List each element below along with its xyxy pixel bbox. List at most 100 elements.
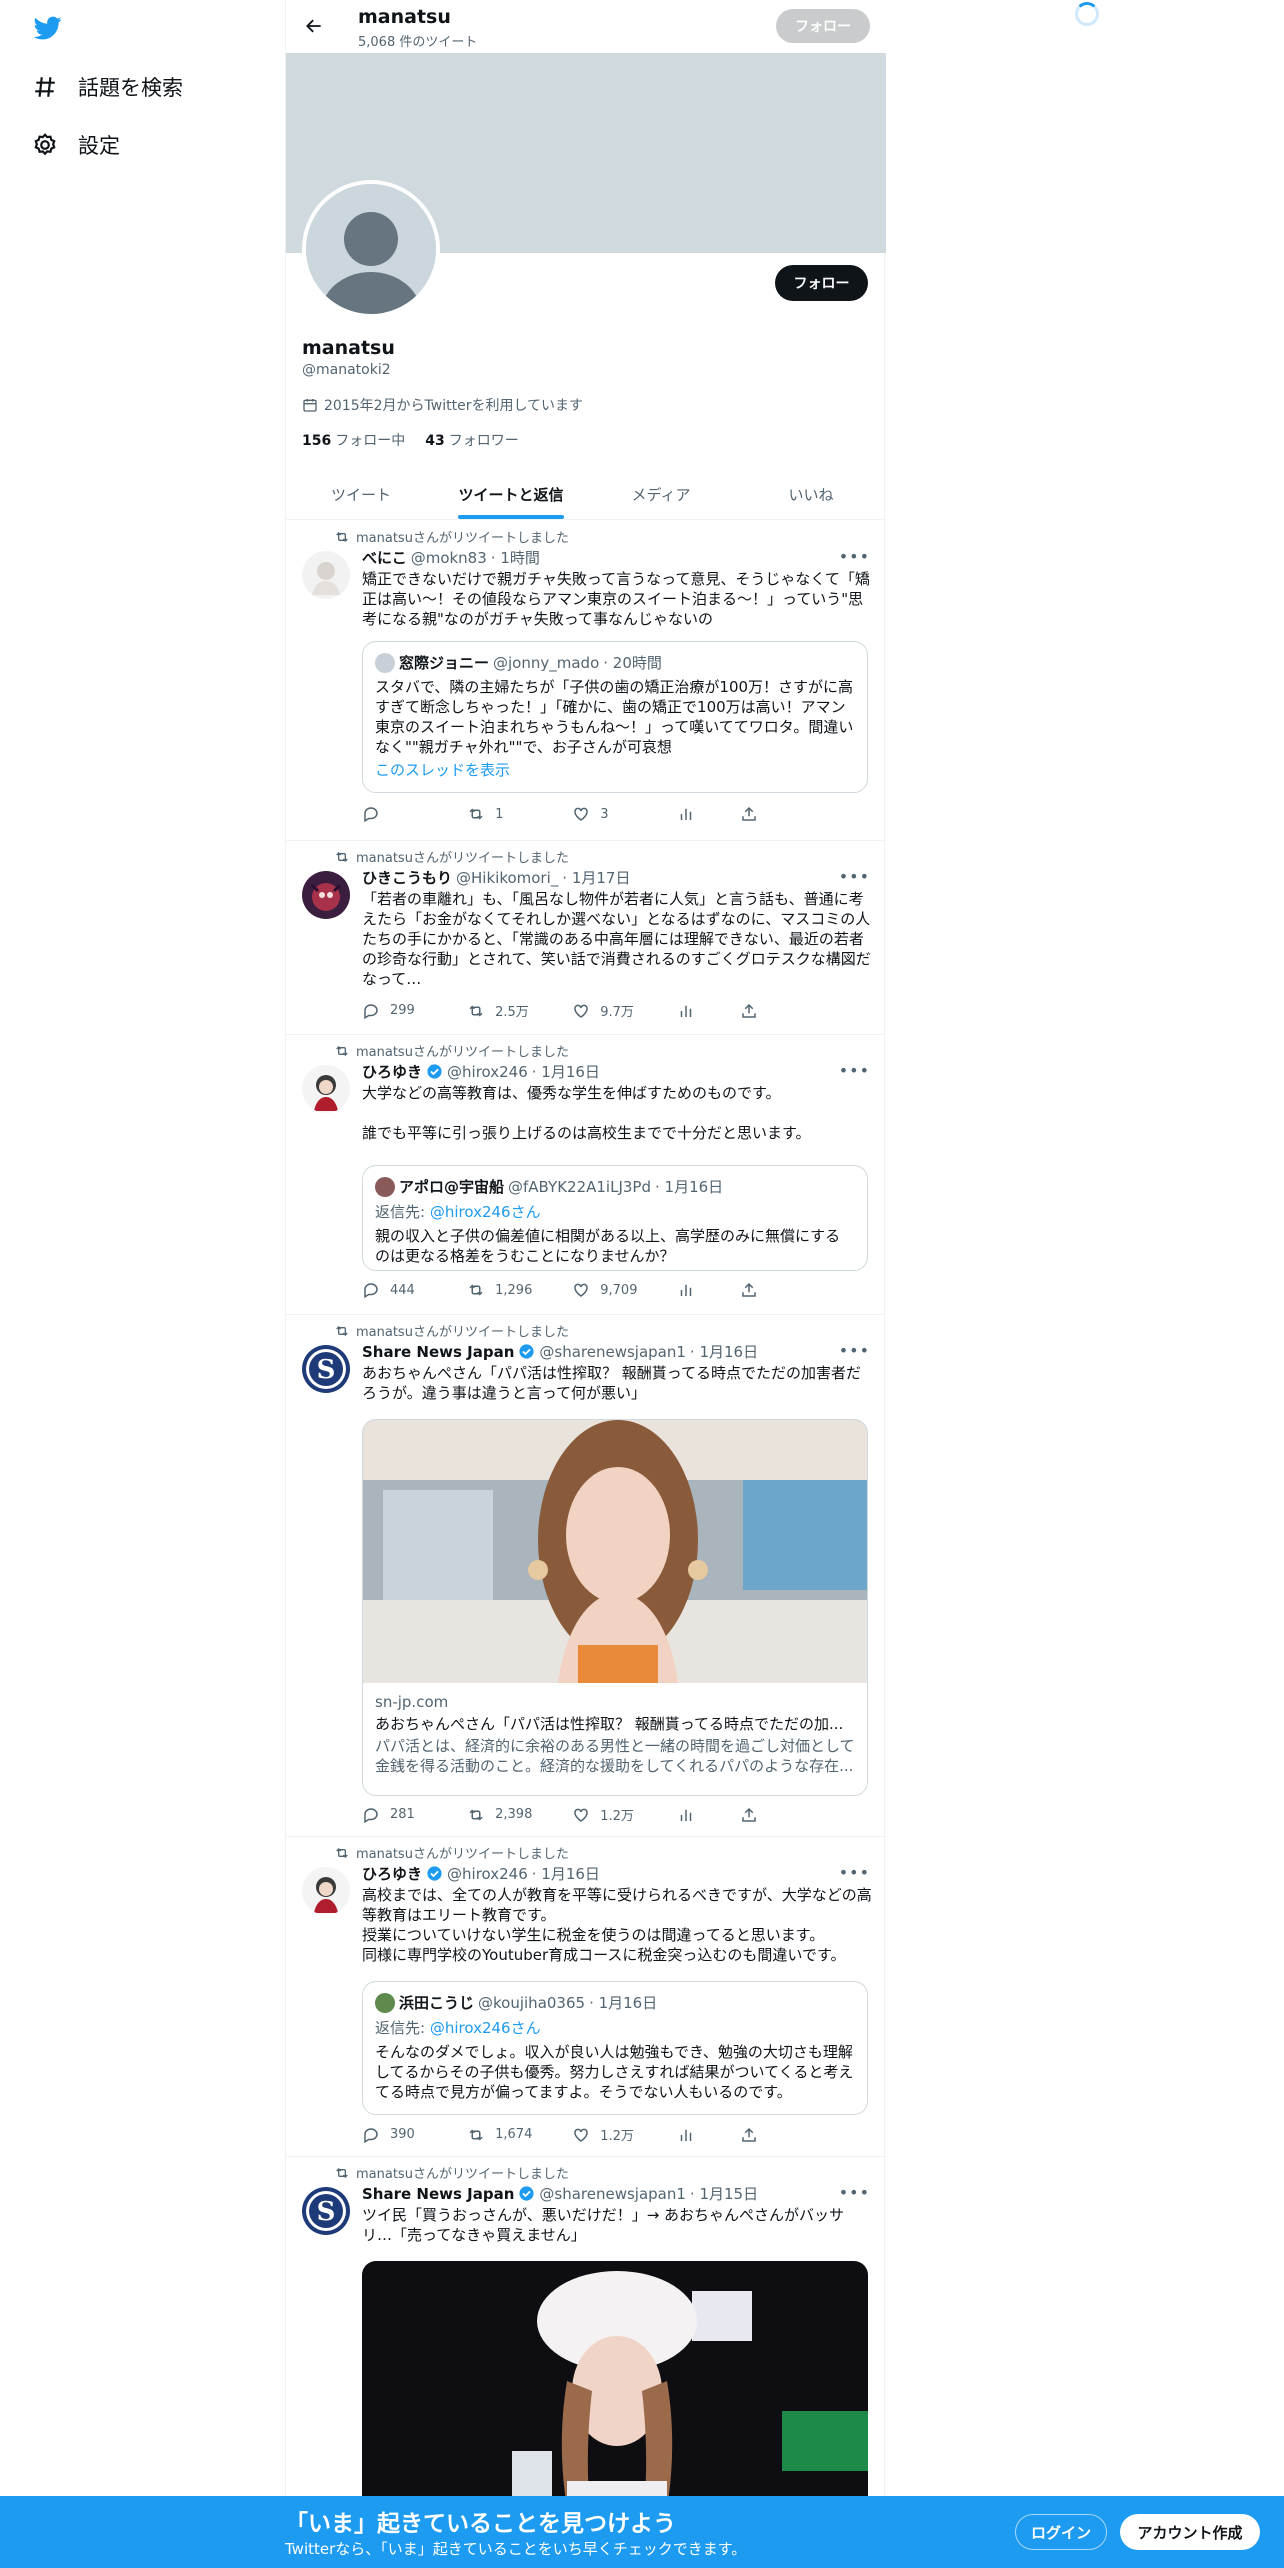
quote-header: 窓際ジョニー @jonny_mado · 20時間 bbox=[375, 652, 855, 673]
share-icon bbox=[741, 1282, 756, 1297]
share-button[interactable] bbox=[740, 805, 802, 823]
avatar[interactable] bbox=[302, 1867, 350, 1915]
tweet-time[interactable]: · 1月16日 bbox=[532, 1863, 600, 1884]
tweet-text: あおちゃんぺさん「パパ活は性搾取？ 報酬貰ってる時点でただの加害者だろうが。違う… bbox=[362, 1364, 862, 1402]
tweet-author-handle[interactable]: @mokn83 bbox=[411, 549, 487, 567]
tweet-header: Share News Japan @sharenewsjapan1 · 1月15… bbox=[362, 2183, 758, 2204]
tweet[interactable]: manatsuさんがリツイートしました べにこ @mokn83 · 1時間 ••… bbox=[286, 521, 886, 841]
tab-likes[interactable]: いいね bbox=[736, 470, 886, 519]
avatar[interactable] bbox=[302, 551, 350, 599]
retweet-button[interactable]: 1,296 bbox=[467, 1281, 572, 1299]
reply-button[interactable]: 281 bbox=[362, 1805, 467, 1824]
analytics-button[interactable] bbox=[677, 1281, 739, 1299]
share-button[interactable] bbox=[740, 1281, 802, 1299]
reply-icon bbox=[364, 807, 378, 823]
tweet-author-handle[interactable]: @sharenewsjapan1 bbox=[539, 1343, 686, 1361]
tweet-author-name[interactable]: ひろゆき bbox=[362, 1863, 422, 1884]
tweet-author-name[interactable]: Share News Japan bbox=[362, 1343, 514, 1361]
tab-tweets[interactable]: ツイート bbox=[286, 470, 436, 519]
retweet-context: manatsuさんがリツイートしました bbox=[334, 847, 569, 866]
avatar[interactable] bbox=[302, 871, 350, 919]
tweet-actions: 299 2.5万 9.7万 bbox=[362, 1001, 802, 1020]
retweet-button[interactable]: 1,674 bbox=[467, 2125, 572, 2144]
following-link[interactable]: 156 フォロー中 bbox=[302, 430, 405, 450]
analytics-button[interactable] bbox=[677, 2125, 739, 2144]
quote-reply-context: 返信先: @hirox246さん bbox=[375, 2017, 855, 2038]
tweet-author-handle[interactable]: @sharenewsjapan1 bbox=[539, 2185, 686, 2203]
tweet[interactable]: manatsuさんがリツイートしました ひきこうもり @Hikikomori_ … bbox=[286, 841, 886, 1035]
tweet-author-name[interactable]: ひきこうもり bbox=[362, 867, 452, 888]
tweet[interactable]: manatsuさんがリツイートしました S Share News Japan @… bbox=[286, 1315, 886, 1837]
retweet-icon bbox=[336, 851, 348, 862]
quote-time: · 1月16日 bbox=[654, 1178, 724, 1196]
quote-tweet[interactable]: 浜田こうじ @koujiha0365 · 1月16日 返信先: @hirox24… bbox=[362, 1981, 868, 2115]
tweet[interactable]: manatsuさんがリツイートしました ひろゆき @hirox246 · 1月1… bbox=[286, 1035, 886, 1315]
quote-reply-to[interactable]: @hirox246さん bbox=[430, 2019, 541, 2037]
analytics-button[interactable] bbox=[677, 1805, 739, 1824]
reply-button[interactable]: 299 bbox=[362, 1001, 467, 1020]
profile-avatar[interactable] bbox=[302, 180, 440, 318]
signup-button[interactable]: アカウント作成 bbox=[1120, 2514, 1260, 2550]
quote-reply-to[interactable]: @hirox246さん bbox=[430, 1203, 541, 1221]
tab-tweets-and-replies[interactable]: ツイートと返信 bbox=[436, 470, 586, 519]
profile-follow-button[interactable]: フォロー bbox=[775, 265, 868, 301]
more-options-icon[interactable]: ••• bbox=[839, 547, 870, 566]
back-button[interactable] bbox=[300, 12, 328, 40]
reply-button[interactable]: 390 bbox=[362, 2125, 467, 2144]
tweet-author-name[interactable]: ひろゆき bbox=[362, 1061, 422, 1082]
reply-button[interactable]: 444 bbox=[362, 1281, 467, 1299]
tweet-time[interactable]: · 1月16日 bbox=[690, 1341, 758, 1362]
nav-explore[interactable]: 話題を検索 bbox=[32, 72, 183, 102]
show-thread-link[interactable]: このスレッドを表示 bbox=[375, 759, 855, 780]
followers-link[interactable]: 43 フォロワー bbox=[425, 430, 518, 450]
tweet[interactable]: manatsuさんがリツイートしました ひろゆき @hirox246 · 1月1… bbox=[286, 1837, 886, 2157]
tweet-author-name[interactable]: べにこ bbox=[362, 547, 407, 568]
retweet-button[interactable]: 2.5万 bbox=[467, 1001, 572, 1020]
more-options-icon[interactable]: ••• bbox=[839, 1061, 870, 1080]
tweet-time[interactable]: · 1月15日 bbox=[690, 2183, 758, 2204]
like-button[interactable]: 9.7万 bbox=[572, 1001, 677, 1020]
tweet-author-handle[interactable]: @hirox246 bbox=[447, 1063, 528, 1081]
like-button[interactable]: 1.2万 bbox=[572, 2125, 677, 2144]
quote-reply-label: 返信先: bbox=[375, 2019, 426, 2037]
like-button[interactable]: 1.2万 bbox=[572, 1805, 677, 1824]
share-button[interactable] bbox=[740, 1001, 802, 1020]
tweet-author-handle[interactable]: @hirox246 bbox=[447, 1865, 528, 1883]
tweet-time[interactable]: · 1時間 bbox=[491, 547, 540, 568]
like-button[interactable]: 3 bbox=[572, 805, 677, 823]
avatar[interactable]: S bbox=[302, 2187, 350, 2235]
quote-tweet[interactable]: アポロ@宇宙船 @fABYK22A1iLJ3Pd · 1月16日 返信先: @h… bbox=[362, 1165, 868, 1271]
tweet-time[interactable]: · 1月16日 bbox=[532, 1061, 600, 1082]
twitter-logo-icon[interactable] bbox=[32, 14, 64, 42]
like-count: 9,709 bbox=[600, 1282, 638, 1298]
retweet-button[interactable]: 1 bbox=[467, 805, 572, 823]
retweet-context: manatsuさんがリツイートしました bbox=[334, 1321, 569, 1340]
quote-tweet[interactable]: 窓際ジョニー @jonny_mado · 20時間 スタバで、隣の主婦たちが「子… bbox=[362, 641, 868, 793]
tweet-author-name[interactable]: Share News Japan bbox=[362, 2185, 514, 2203]
more-options-icon[interactable]: ••• bbox=[839, 2183, 870, 2202]
tweet-time[interactable]: · 1月17日 bbox=[562, 867, 630, 888]
share-button[interactable] bbox=[740, 1805, 802, 1824]
link-card[interactable]: sn-jp.com あおちゃんぺさん「パパ活は性搾取？ 報酬貰ってる時点でただの… bbox=[362, 1419, 868, 1796]
login-button[interactable]: ログイン bbox=[1015, 2514, 1107, 2550]
retweet-icon bbox=[469, 808, 483, 820]
analytics-button[interactable] bbox=[677, 1001, 739, 1020]
analytics-button[interactable] bbox=[677, 805, 739, 823]
more-options-icon[interactable]: ••• bbox=[839, 1863, 870, 1882]
header-follow-button[interactable]: フォロー bbox=[776, 9, 870, 43]
share-button[interactable] bbox=[740, 2125, 802, 2144]
share-icon bbox=[741, 1003, 756, 1018]
reply-count: 299 bbox=[390, 1003, 415, 1018]
tweet-author-handle[interactable]: @Hikikomori_ bbox=[456, 869, 558, 887]
avatar[interactable]: S bbox=[302, 1345, 350, 1393]
calendar-icon bbox=[303, 399, 317, 412]
tab-media[interactable]: メディア bbox=[586, 470, 736, 519]
retweet-button[interactable]: 2,398 bbox=[467, 1805, 572, 1824]
analytics-icon bbox=[681, 2129, 692, 2141]
avatar[interactable] bbox=[302, 1065, 350, 1113]
more-options-icon[interactable]: ••• bbox=[839, 1341, 870, 1360]
more-options-icon[interactable]: ••• bbox=[839, 867, 870, 886]
reply-button[interactable] bbox=[362, 805, 467, 823]
like-button[interactable]: 9,709 bbox=[572, 1281, 677, 1299]
nav-settings[interactable]: 設定 bbox=[32, 130, 120, 160]
